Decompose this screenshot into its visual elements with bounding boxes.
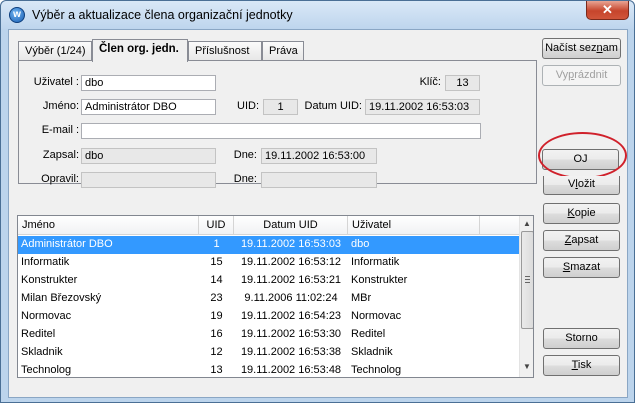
oj-button[interactable]: OJ — [542, 149, 619, 170]
dne-zapsal-field: 19.11.2002 16:53:00 — [261, 148, 377, 164]
jmeno-field[interactable]: Administrátor DBO — [81, 99, 216, 115]
grid-header: Jméno UID Datum UID Uživatel — [18, 216, 519, 235]
zapsal-field: dbo — [81, 148, 216, 164]
klic-field: 13 — [445, 75, 480, 91]
column-header-datum-uid[interactable]: Datum UID — [234, 216, 348, 235]
cell-jmeno: Skladnik — [21, 346, 63, 358]
cell-uzivatel: Technolog — [351, 364, 402, 376]
email-label: E-mail : — [41, 124, 79, 136]
cell-datum: 19.11.2002 16:53:30 — [240, 328, 342, 340]
table-row[interactable]: Normovac 19 19.11.2002 16:54:23 Normovac — [18, 308, 519, 326]
vyprazdnit-button[interactable]: Vyprázdnit — [542, 65, 621, 86]
tab-prava[interactable]: Práva — [262, 41, 304, 61]
cell-datum: 19.11.2002 16:53:38 — [240, 346, 342, 358]
dne-zapsal-label: Dne: — [233, 149, 257, 161]
title-bar[interactable]: w Výběr a aktualizace člena organizační … — [1, 1, 634, 29]
nacist-seznam-button[interactable]: Načíst seznam — [542, 38, 621, 59]
cell-uzivatel: dbo — [351, 238, 370, 250]
cell-datum: 19.11.2002 16:54:23 — [240, 310, 342, 322]
cell-uzivatel: Konstrukter — [351, 274, 408, 286]
cell-uzivatel: MBr — [351, 292, 372, 304]
tisk-button[interactable]: Tisk — [543, 355, 620, 376]
table-row[interactable]: Administrátor DBO 1 19.11.2002 16:53:03 dbo — [18, 236, 519, 254]
cell-uid: 14 — [210, 274, 223, 286]
datum-uid-label: Datum UID: — [304, 100, 362, 112]
table-row[interactable]: Informatik 15 19.11.2002 16:53:12 Informati… — [18, 254, 519, 272]
opravil-label: Opravil: — [41, 173, 79, 185]
table-row[interactable]: Skladnik 12 19.11.2002 16:53:38 Skladnik — [18, 344, 519, 362]
uzivatel-field[interactable]: dbo — [81, 75, 216, 91]
members-grid[interactable]: Jméno UID Datum UID Uživatel Administrát… — [17, 215, 534, 378]
cell-jmeno: Technolog — [21, 364, 72, 376]
klic-label: Klíč: — [419, 76, 441, 88]
cell-datum: 19.11.2002 16:53:21 — [240, 274, 342, 286]
tab-vyber[interactable]: Výběr (1/24) — [18, 41, 92, 61]
scroll-up-arrow-icon[interactable]: ▲ — [522, 219, 532, 229]
cell-datum: 19.11.2002 16:53:03 — [240, 238, 342, 250]
cell-uzivatel: Normovac — [351, 310, 402, 322]
uid-label: UID: — [237, 100, 259, 112]
uid-field: 1 — [263, 99, 298, 115]
window-title: Výběr a aktualizace člena organizační je… — [32, 8, 293, 22]
column-header-jmeno[interactable]: Jméno — [18, 216, 199, 235]
cell-uid: 19 — [210, 310, 223, 322]
dialog-window: w Výběr a aktualizace člena organizační … — [0, 0, 635, 403]
cell-datum: 19.11.2002 16:53:12 — [240, 256, 342, 268]
cell-datum: 9.11.2006 11:02:24 — [244, 292, 338, 304]
column-header-uid[interactable]: UID — [199, 216, 234, 235]
uzivatel-label: Uživatel : — [33, 76, 79, 88]
cell-uzivatel: Skladnik — [351, 346, 393, 358]
jmeno-label: Jméno: — [42, 100, 79, 112]
cell-jmeno: Administrátor DBO — [21, 238, 113, 250]
storno-button[interactable]: Storno — [543, 328, 620, 349]
smazat-button[interactable]: Smazat — [543, 257, 620, 278]
close-icon: ✕ — [602, 2, 613, 17]
zapsal-label: Zapsal: — [42, 149, 79, 161]
kopie-button[interactable]: Kopie — [543, 203, 620, 224]
cell-uid: 13 — [210, 364, 223, 376]
tab-panel-clen: Uživatel : dbo Klíč: 13 Jméno: Administr… — [18, 60, 537, 188]
app-logo-icon: w — [9, 7, 25, 23]
table-row[interactable]: Milan Březovský 23 9.11.2006 11:02:24 MBr — [18, 290, 519, 308]
email-field[interactable] — [81, 123, 481, 139]
cell-jmeno: Reditel — [21, 328, 56, 340]
scroll-grip-icon — [525, 276, 530, 283]
opravil-field — [81, 172, 216, 188]
cell-uzivatel: Informatik — [351, 256, 400, 268]
cell-uid: 12 — [210, 346, 223, 358]
column-header-uzivatel[interactable]: Uživatel — [348, 216, 480, 235]
dialog-client-area: Výběr (1/24) Člen org. jedn. Příslušnost… — [8, 29, 628, 398]
grid-scrollbar[interactable]: ▲ ▼ — [519, 216, 533, 377]
zapsat-button[interactable]: Zapsat — [543, 230, 620, 251]
cell-jmeno: Milan Březovský — [21, 292, 102, 304]
cell-jmeno: Informatik — [21, 256, 70, 268]
tab-clen-org-jedn[interactable]: Člen org. jedn. — [92, 39, 188, 62]
scroll-down-arrow-icon[interactable]: ▼ — [522, 362, 532, 372]
cell-uid: 23 — [210, 292, 223, 304]
dne-opravil-label: Dne: — [233, 173, 257, 185]
table-row[interactable]: Technolog 13 19.11.2002 16:53:48 Technolog — [18, 362, 519, 377]
tab-prislusnost[interactable]: Příslušnost — [188, 41, 262, 61]
scroll-thumb[interactable] — [521, 231, 533, 329]
dne-opravil-field — [261, 172, 377, 188]
cell-uid: 1 — [213, 238, 220, 250]
cell-jmeno: Normovac — [21, 310, 72, 322]
vlozit-button[interactable]: Vložit — [543, 176, 620, 195]
close-button[interactable]: ✕ — [586, 1, 629, 20]
cell-uid: 16 — [210, 328, 223, 340]
cell-datum: 19.11.2002 16:53:48 — [240, 364, 342, 376]
cell-jmeno: Konstrukter — [21, 274, 78, 286]
table-row[interactable]: Konstrukter 14 19.11.2002 16:53:21 Konstruk… — [18, 272, 519, 290]
cell-uid: 15 — [210, 256, 223, 268]
datum-uid-field: 19.11.2002 16:53:03 — [365, 99, 480, 115]
table-row[interactable]: Reditel 16 19.11.2002 16:53:30 Reditel — [18, 326, 519, 344]
cell-uzivatel: Reditel — [351, 328, 386, 340]
